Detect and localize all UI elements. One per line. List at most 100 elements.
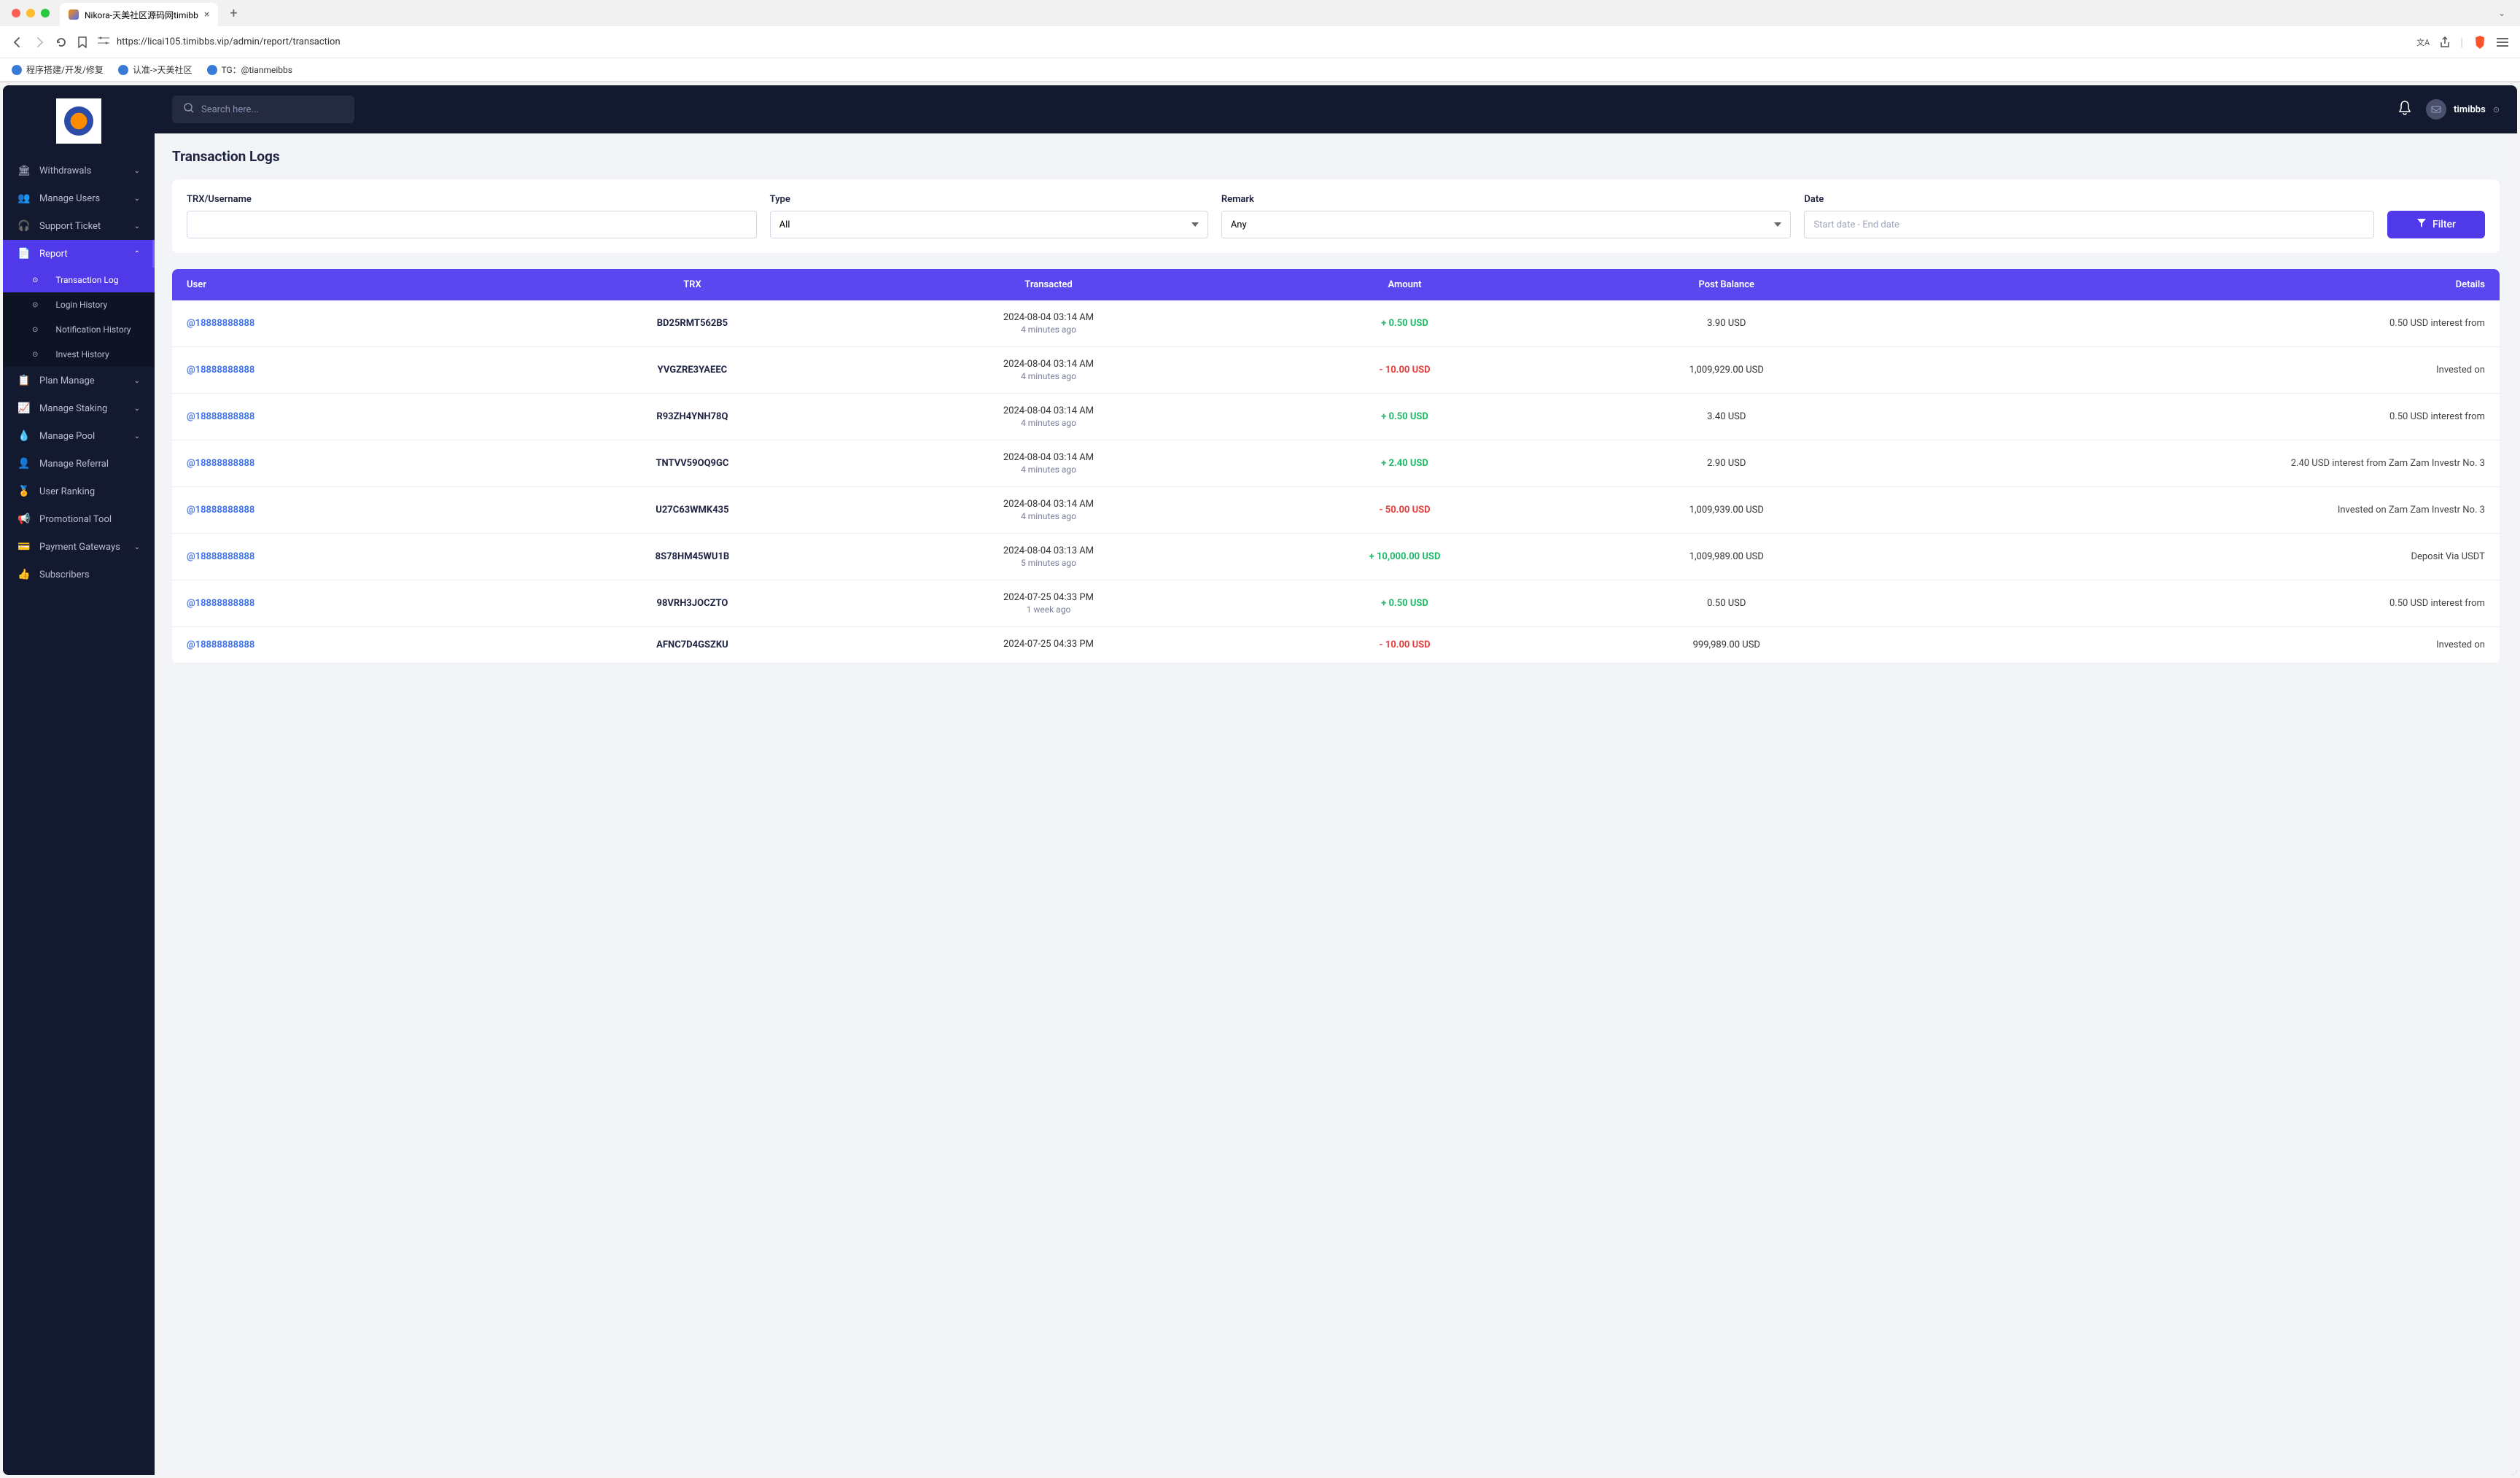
dot-icon: ⊙ <box>32 326 38 334</box>
filter-button-label: Filter <box>2432 219 2456 230</box>
sidebar-logo[interactable] <box>3 85 155 157</box>
dot-icon: ⊙ <box>32 276 38 284</box>
filter-icon <box>2416 218 2427 231</box>
tab-favicon <box>69 9 79 20</box>
cell-trx: U27C63WMK435 <box>532 499 853 521</box>
details-text: Invested on Zam Zam Investr No. 3 <box>2338 505 2485 516</box>
sidebar-item-user-ranking[interactable]: 🏅 User Ranking <box>3 478 155 505</box>
page-title: Transaction Logs <box>172 148 2500 165</box>
txn-date: 2024-08-04 03:14 AM <box>1003 452 1094 463</box>
bookmark-favicon <box>118 65 128 75</box>
svg-text:文A: 文A <box>2416 37 2430 47</box>
filter-date-group: Date <box>1804 194 2374 238</box>
filter-remark-select[interactable]: Any <box>1221 211 1792 238</box>
maximize-window-button[interactable] <box>41 9 50 17</box>
sidebar-subitem-login-history[interactable]: ⊙Login History <box>3 292 155 317</box>
trx-code: R93ZH4YNH78Q <box>656 411 728 422</box>
translate-icon[interactable]: 文A <box>2416 36 2430 49</box>
search-box[interactable] <box>172 96 354 123</box>
chevron-down-icon: ⌄ <box>134 543 140 551</box>
sidebar-subitem-label: Transaction Log <box>55 275 118 285</box>
filter-type-select[interactable]: All <box>770 211 1208 238</box>
details-text: 0.50 USD interest from <box>2389 598 2485 609</box>
cell-transacted: 2024-08-04 03:14 AM 4 minutes ago <box>853 405 1244 428</box>
sidebar-item-plan-manage[interactable]: 📋 Plan Manage ⌄ <box>3 367 155 394</box>
user-link[interactable]: @18888888888 <box>187 598 254 609</box>
menu-icon[interactable] <box>2497 37 2508 47</box>
reload-button[interactable] <box>55 36 67 48</box>
user-link[interactable]: @18888888888 <box>187 318 254 329</box>
sidebar-submenu: ⊙ Transaction Log ⊙Login History ⊙ Notificat… <box>3 268 155 367</box>
browser-tab[interactable]: Nikora-天美社区源码网timibb × <box>60 3 218 26</box>
sidebar-icon: 📢 <box>18 513 29 525</box>
sidebar-item-promotional-tool[interactable]: 📢 Promotional Tool <box>3 505 155 533</box>
sidebar-item-report[interactable]: 📄 Report ⌃ <box>3 240 155 268</box>
transactions-table: User TRX Transacted Amount Post Balance … <box>172 269 2500 664</box>
back-button[interactable] <box>12 36 23 48</box>
sidebar-subitem-invest-history[interactable]: ⊙Invest History <box>3 342 155 367</box>
sidebar-item-manage-referral[interactable]: 👤 Manage Referral <box>3 450 155 478</box>
user-link[interactable]: @18888888888 <box>187 551 254 562</box>
txn-ago: 5 minutes ago <box>1021 558 1076 568</box>
cell-user: @18888888888 <box>187 592 532 615</box>
forward-button[interactable] <box>34 36 45 48</box>
tabs-collapse-icon[interactable]: ⌄ <box>2491 8 2513 18</box>
cell-details: Invested on <box>1887 639 2485 651</box>
filter-remark-group: Remark Any <box>1221 194 1792 238</box>
site-tune-icon[interactable] <box>98 36 109 49</box>
bookmark-icon[interactable] <box>77 36 88 48</box>
cell-transacted: 2024-08-04 03:14 AM 4 minutes ago <box>853 359 1244 381</box>
browser-chrome: Nikora-天美社区源码网timibb × + ⌄ https://licai… <box>0 0 2520 82</box>
user-link[interactable]: @18888888888 <box>187 639 254 650</box>
cell-details: Invested on Zam Zam Investr No. 3 <box>1887 499 2485 521</box>
cell-trx: 98VRH3JOCZTO <box>532 592 853 615</box>
close-window-button[interactable] <box>12 9 20 17</box>
url-bar[interactable]: https://licai105.timibbs.vip/admin/repor… <box>98 36 2406 49</box>
filter-date-input[interactable] <box>1804 211 2374 238</box>
minimize-window-button[interactable] <box>26 9 35 17</box>
sidebar-label: User Ranking <box>39 486 140 497</box>
brave-shield-icon[interactable] <box>2473 36 2486 49</box>
user-link[interactable]: @18888888888 <box>187 411 254 422</box>
search-input[interactable] <box>201 104 343 115</box>
close-tab-icon[interactable]: × <box>204 9 209 20</box>
user-link[interactable]: @18888888888 <box>187 458 254 469</box>
bookmark-item[interactable]: 认准->天美社区 <box>118 63 192 76</box>
sidebar-subitem-label: Notification History <box>55 324 131 335</box>
cell-amount: + 0.50 USD <box>1244 592 1566 615</box>
txn-ago: 4 minutes ago <box>1021 418 1076 428</box>
logo-box <box>56 98 101 144</box>
sidebar-item-payment-gateways[interactable]: 💳 Payment Gateways ⌄ <box>3 533 155 561</box>
bookmark-favicon <box>12 65 22 75</box>
trx-code: 8S78HM45WU1B <box>656 551 730 562</box>
cell-amount: - 50.00 USD <box>1244 499 1566 521</box>
details-text: 2.40 USD interest from Zam Zam Investr N… <box>2291 458 2485 469</box>
bookmark-item[interactable]: TG：@tianmeibbs <box>207 63 292 76</box>
sidebar-item-manage-users[interactable]: 👥 Manage Users ⌄ <box>3 184 155 212</box>
sidebar-subitem-transaction-log[interactable]: ⊙ Transaction Log <box>3 268 155 292</box>
cell-details: Deposit Via USDT <box>1887 545 2485 568</box>
filter-trx-input[interactable] <box>187 211 757 238</box>
sidebar-item-subscribers[interactable]: 👍 Subscribers <box>3 561 155 588</box>
user-link[interactable]: @18888888888 <box>187 505 254 516</box>
amount-value: + 0.50 USD <box>1381 318 1428 329</box>
bookmark-label: TG：@tianmeibbs <box>222 63 292 76</box>
txn-date: 2024-08-04 03:14 AM <box>1003 359 1094 370</box>
sidebar-item-manage-staking[interactable]: 📈 Manage Staking ⌄ <box>3 394 155 422</box>
cell-user: @18888888888 <box>187 545 532 568</box>
sidebar-item-support-ticket[interactable]: 🎧 Support Ticket ⌄ <box>3 212 155 240</box>
notifications-icon[interactable] <box>2398 101 2411 119</box>
bookmark-item[interactable]: 程序搭建/开发/修复 <box>12 63 104 76</box>
table-row: @18888888888 YVGZRE3YAEEC 2024-08-04 03:… <box>172 347 2500 394</box>
user-link[interactable]: @18888888888 <box>187 365 254 376</box>
sidebar-icon: 💧 <box>18 430 29 442</box>
new-tab-button[interactable]: + <box>224 6 243 21</box>
filter-button[interactable]: Filter <box>2387 211 2485 238</box>
share-icon[interactable] <box>2440 36 2450 48</box>
balance-value: 1,009,929.00 USD <box>1689 365 1764 376</box>
sidebar-item-withdrawals[interactable]: 🏛 Withdrawals ⌄ <box>3 157 155 184</box>
sidebar-item-manage-pool[interactable]: 💧 Manage Pool ⌄ <box>3 422 155 450</box>
sidebar-subitem-notification-history[interactable]: ⊙ Notification History <box>3 317 155 342</box>
user-menu[interactable]: timibbs ⊙ <box>2426 99 2500 120</box>
cell-balance: 999,989.00 USD <box>1566 639 1887 651</box>
